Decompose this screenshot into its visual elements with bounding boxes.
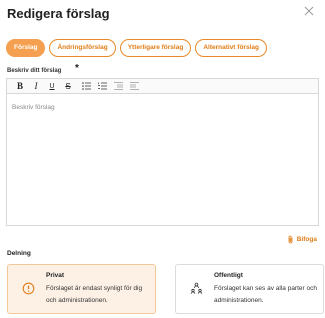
italic-button[interactable]: I: [29, 80, 43, 92]
people-network-icon: [190, 282, 203, 294]
dialog-title: Redigera förslag: [7, 6, 110, 21]
attach-label: Bifoga: [296, 236, 317, 243]
sharing-option-public[interactable]: Offentligt Förslaget kan ses av alla par…: [175, 264, 324, 314]
description-label: Beskriv ditt förslag: [7, 68, 62, 74]
dialog-header: Redigera förslag: [7, 4, 318, 26]
outdent-button[interactable]: [111, 80, 125, 92]
attach-button[interactable]: Bifoga: [287, 235, 317, 244]
numbered-list-button[interactable]: [95, 80, 109, 92]
numbered-list-icon: [97, 82, 107, 90]
strikethrough-button[interactable]: S: [61, 80, 75, 92]
edit-proposal-dialog: Redigera förslag Förslag Ändringsförslag…: [0, 0, 325, 318]
close-icon: [304, 6, 314, 16]
underline-button[interactable]: U: [45, 80, 59, 92]
bullet-list-icon: [81, 82, 91, 90]
info-circle-icon: [22, 282, 35, 295]
proposal-type-tabs: Förslag Ändringsförslag Ytterligare förs…: [6, 39, 267, 57]
strikethrough-icon: S: [65, 81, 71, 91]
bold-icon: B: [16, 81, 23, 91]
editor-toolbar: B I U S: [7, 79, 318, 94]
tab-forslag[interactable]: Förslag: [6, 39, 46, 57]
underline-icon: U: [49, 82, 55, 90]
required-mark: *: [75, 63, 79, 74]
rich-text-editor: B I U S Beskriv förslag: [6, 78, 319, 226]
indent-icon: [129, 82, 139, 90]
option-title: Offentligt: [214, 272, 243, 279]
paperclip-icon: [288, 235, 293, 244]
option-description: Förslaget är endast synligt för dig och …: [46, 285, 143, 304]
sharing-option-private[interactable]: Privat Förslaget är endast synligt för d…: [7, 264, 156, 314]
indent-button[interactable]: [127, 80, 141, 92]
editor-text-area[interactable]: Beskriv förslag: [7, 94, 318, 121]
tab-andringsforslag[interactable]: Ändringsförslag: [49, 39, 116, 57]
tab-alternativt-forslag[interactable]: Alternativt förslag: [195, 39, 267, 57]
option-description: Förslaget kan ses av alla parter och adm…: [214, 285, 317, 304]
tab-ytterligare-forslag[interactable]: Ytterligare förslag: [119, 39, 192, 57]
editor-placeholder: Beskriv förslag: [12, 104, 55, 111]
option-title: Privat: [46, 272, 65, 279]
sharing-label: Delning: [7, 250, 31, 257]
bullet-list-button[interactable]: [79, 80, 93, 92]
outdent-icon: [113, 82, 123, 90]
italic-icon: I: [34, 81, 38, 91]
bold-button[interactable]: B: [13, 80, 27, 92]
close-button[interactable]: [302, 4, 316, 18]
